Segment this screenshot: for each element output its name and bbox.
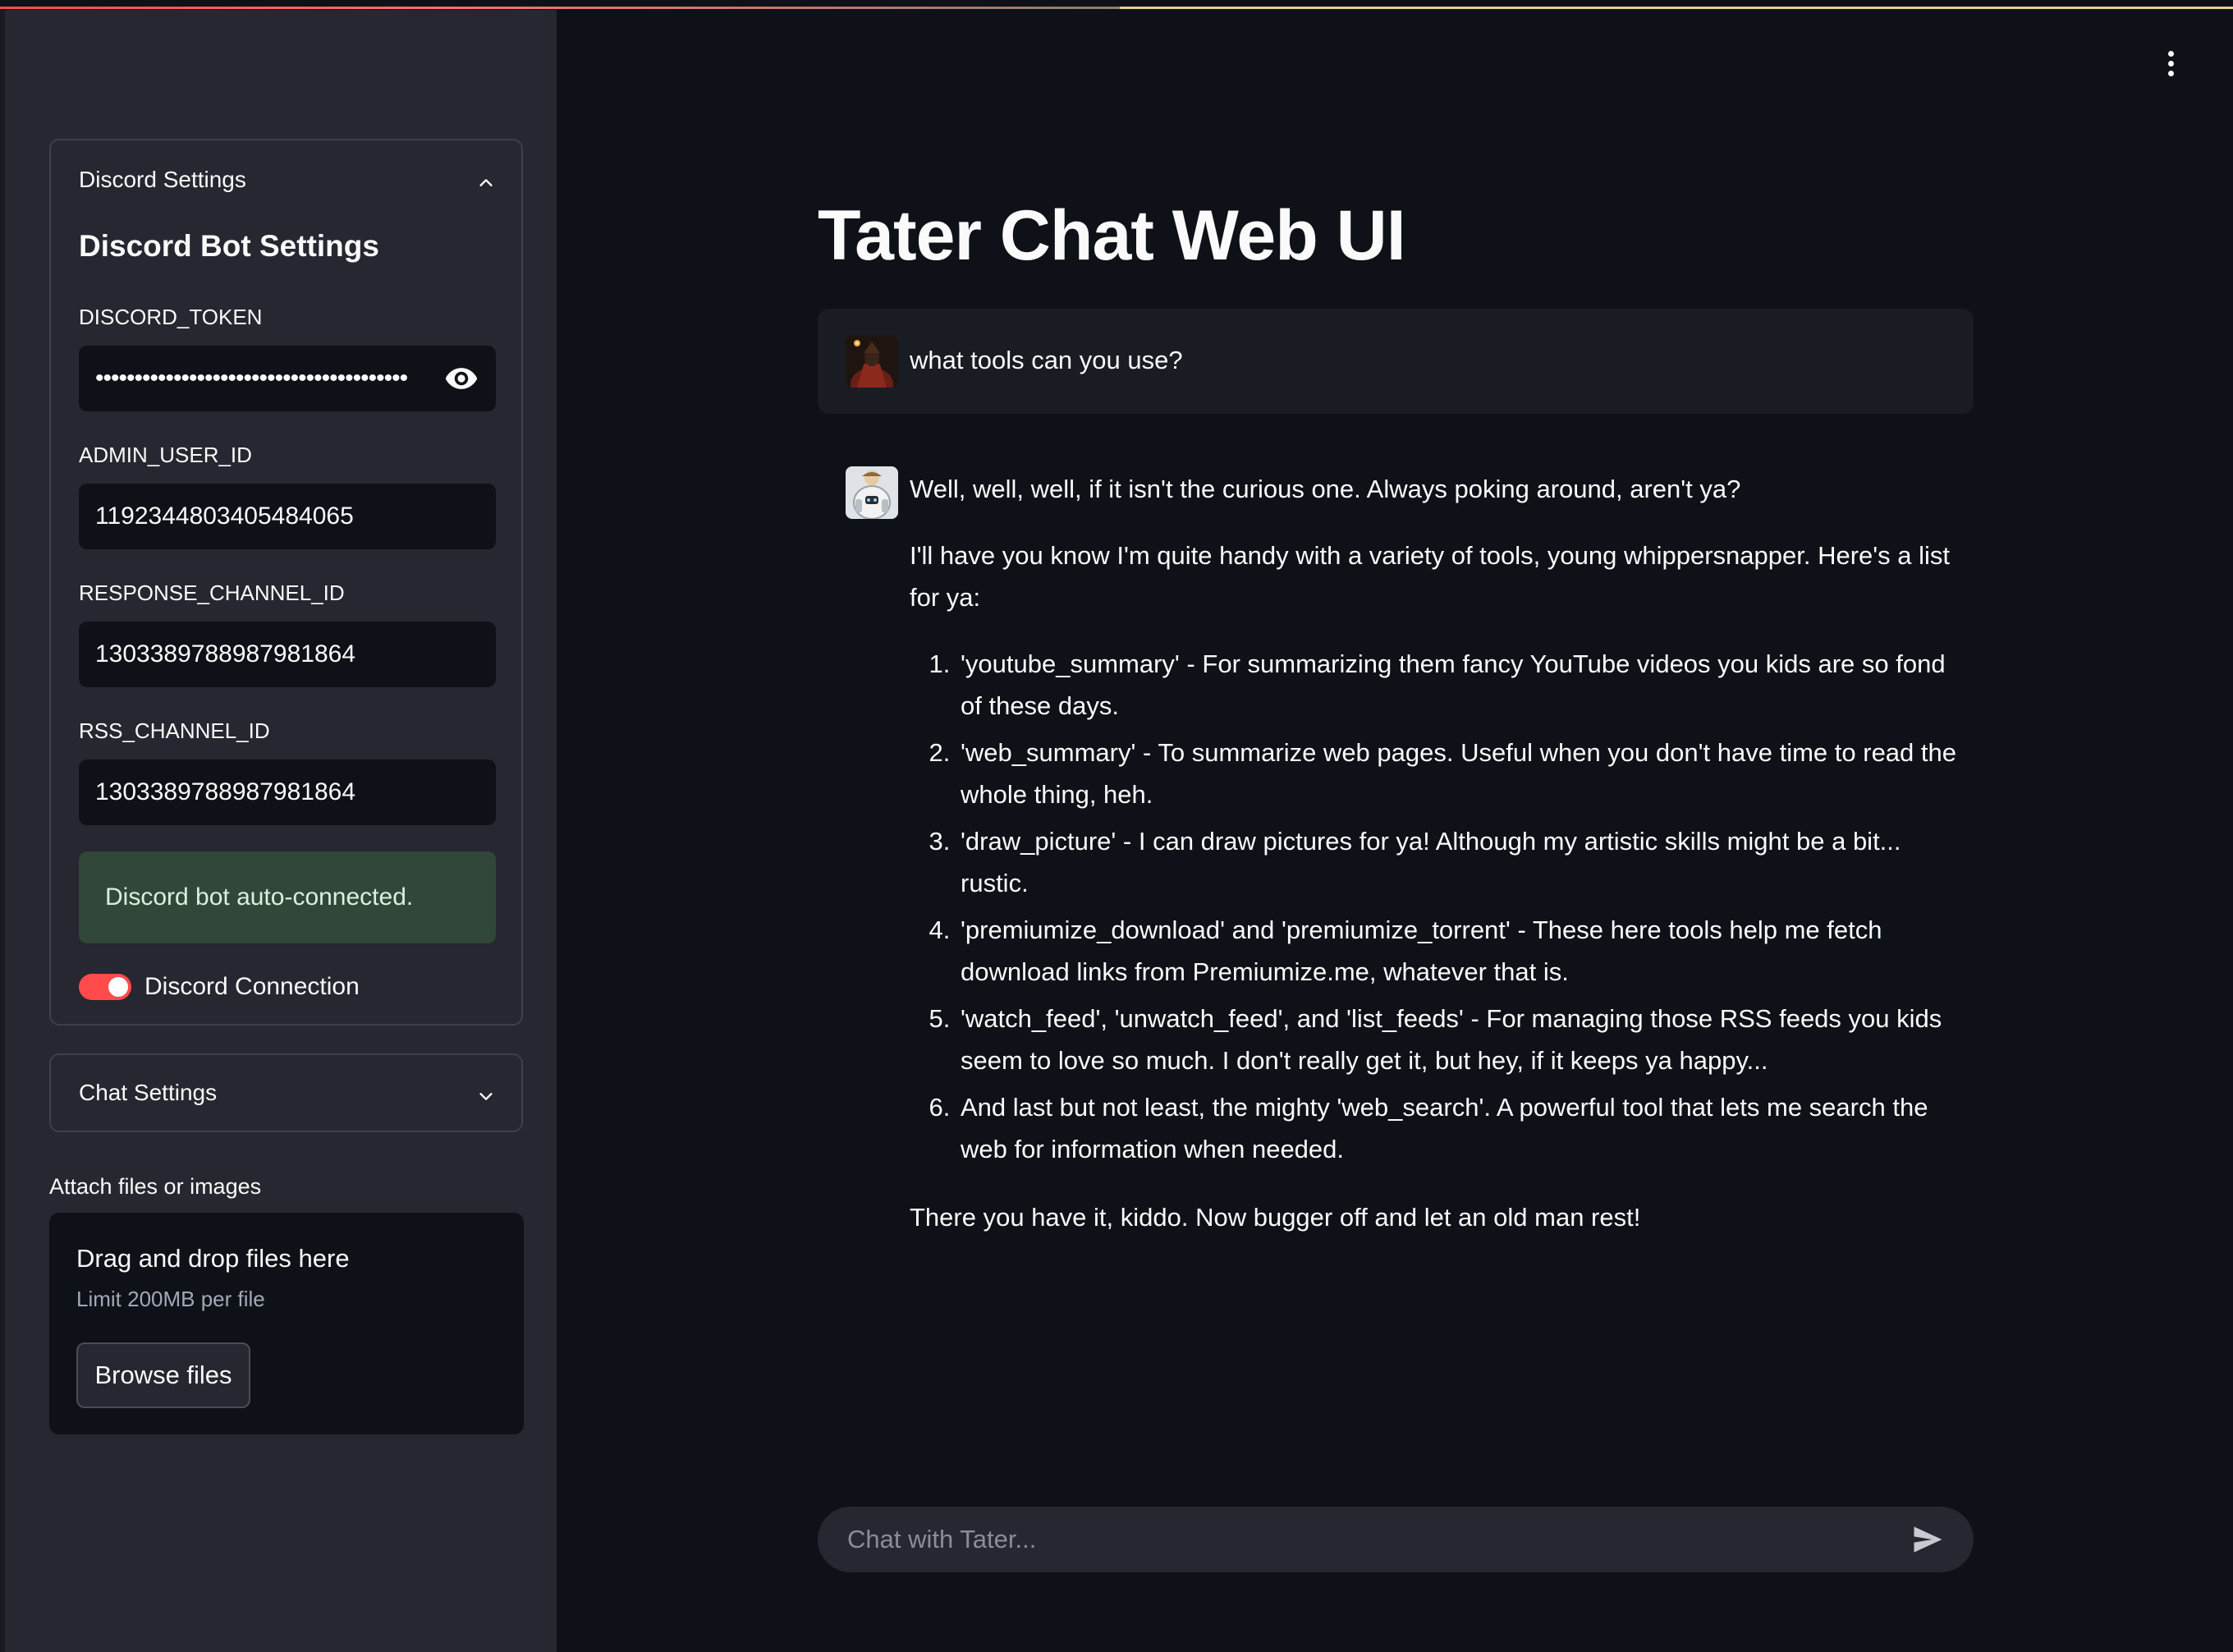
more-vert-icon[interactable]	[2164, 51, 2177, 80]
discord-settings-header-label: Discord Settings	[79, 167, 246, 192]
discord-connected-alert-text: Discord bot auto-connected.	[105, 883, 414, 911]
sidebar: Discord Settings Discord Bot Settings DI…	[0, 10, 557, 1652]
user-avatar	[846, 335, 898, 388]
discord-connection-toggle[interactable]	[79, 974, 131, 1000]
chat-settings-header[interactable]: Chat Settings	[51, 1055, 521, 1131]
admin-user-id-label: ADMIN_USER_ID	[79, 443, 252, 467]
chat-settings-header-label: Chat Settings	[79, 1080, 218, 1105]
top-decoration-line-right	[1120, 7, 2233, 9]
chat-input[interactable]	[846, 1524, 1910, 1555]
tools-list: 'youtube_summary' - For summarizing them…	[910, 643, 1969, 1170]
discord-bot-settings-heading: Discord Bot Settings	[79, 229, 379, 263]
assistant-message-outro: There you have it, kiddo. Now bugger off…	[910, 1203, 1641, 1232]
attach-files-label: Attach files or images	[49, 1174, 262, 1199]
discord-connected-alert: Discord bot auto-connected.	[79, 851, 496, 943]
dropzone-limit: Limit 200MB per file	[76, 1287, 265, 1311]
response-channel-id-label: RESPONSE_CHANNEL_ID	[79, 580, 345, 605]
admin-user-id-value: 1192344803405484065	[95, 502, 354, 530]
assistant-chat-message: Well, well, well, if it isn't the curiou…	[818, 443, 1974, 1232]
response-channel-id-value: 1303389788987981864	[95, 640, 356, 668]
eye-icon[interactable]	[443, 360, 479, 397]
admin-user-id-field[interactable]: 1192344803405484065	[79, 484, 496, 549]
rss-channel-id-value: 1303389788987981864	[95, 778, 356, 805]
discord-connection-toggle-row[interactable]: Discord Connection	[79, 973, 360, 1001]
chevron-down-icon	[477, 1085, 493, 1101]
list-item: 'youtube_summary' - For summarizing them…	[957, 643, 1969, 727]
top-decoration-line-left	[0, 7, 1120, 9]
send-icon[interactable]	[1910, 1521, 1946, 1558]
dropzone-title: Drag and drop files here	[76, 1244, 350, 1273]
page-title: Tater Chat Web UI	[818, 196, 1406, 275]
list-item: 'watch_feed', 'unwatch_feed', and 'list_…	[957, 998, 1969, 1081]
top-decoration-bar	[0, 0, 2233, 10]
discord-settings-header[interactable]: Discord Settings	[51, 140, 521, 219]
discord-token-label: DISCORD_TOKEN	[79, 305, 263, 329]
chat-settings-expander: Chat Settings	[49, 1053, 523, 1132]
response-channel-id-field[interactable]: 1303389788987981864	[79, 622, 496, 687]
file-dropzone[interactable]: Drag and drop files here Limit 200MB per…	[49, 1213, 524, 1434]
rss-channel-id-label: RSS_CHANNEL_ID	[79, 718, 270, 743]
discord-token-value: ••••••••••••••••••••••••••••••••••••••••	[95, 365, 408, 392]
rss-channel-id-field[interactable]: 1303389788987981864	[79, 759, 496, 825]
user-message-text: what tools can you use?	[910, 346, 1183, 374]
browse-files-button[interactable]: Browse files	[76, 1342, 250, 1408]
chat-input-bar	[818, 1507, 1974, 1572]
chevron-up-icon	[477, 172, 493, 188]
list-item: And last but not least, the mighty 'web_…	[957, 1086, 1969, 1170]
assistant-message-lead: I'll have you know I'm quite handy with …	[910, 541, 1951, 612]
discord-settings-expander: Discord Settings Discord Bot Settings DI…	[49, 139, 523, 1026]
discord-connection-label: Discord Connection	[144, 973, 360, 1000]
assistant-avatar	[846, 466, 898, 519]
discord-token-field[interactable]: ••••••••••••••••••••••••••••••••••••••••	[79, 346, 496, 411]
assistant-message-body: Well, well, well, if it isn't the curiou…	[910, 468, 1969, 1263]
assistant-message-intro: Well, well, well, if it isn't the curiou…	[910, 475, 1741, 503]
user-chat-message: what tools can you use?	[818, 309, 1974, 414]
list-item: 'draw_picture' - I can draw pictures for…	[957, 820, 1969, 904]
list-item: 'web_summary' - To summarize web pages. …	[957, 732, 1969, 815]
list-item: 'premiumize_download' and 'premiumize_to…	[957, 909, 1969, 993]
